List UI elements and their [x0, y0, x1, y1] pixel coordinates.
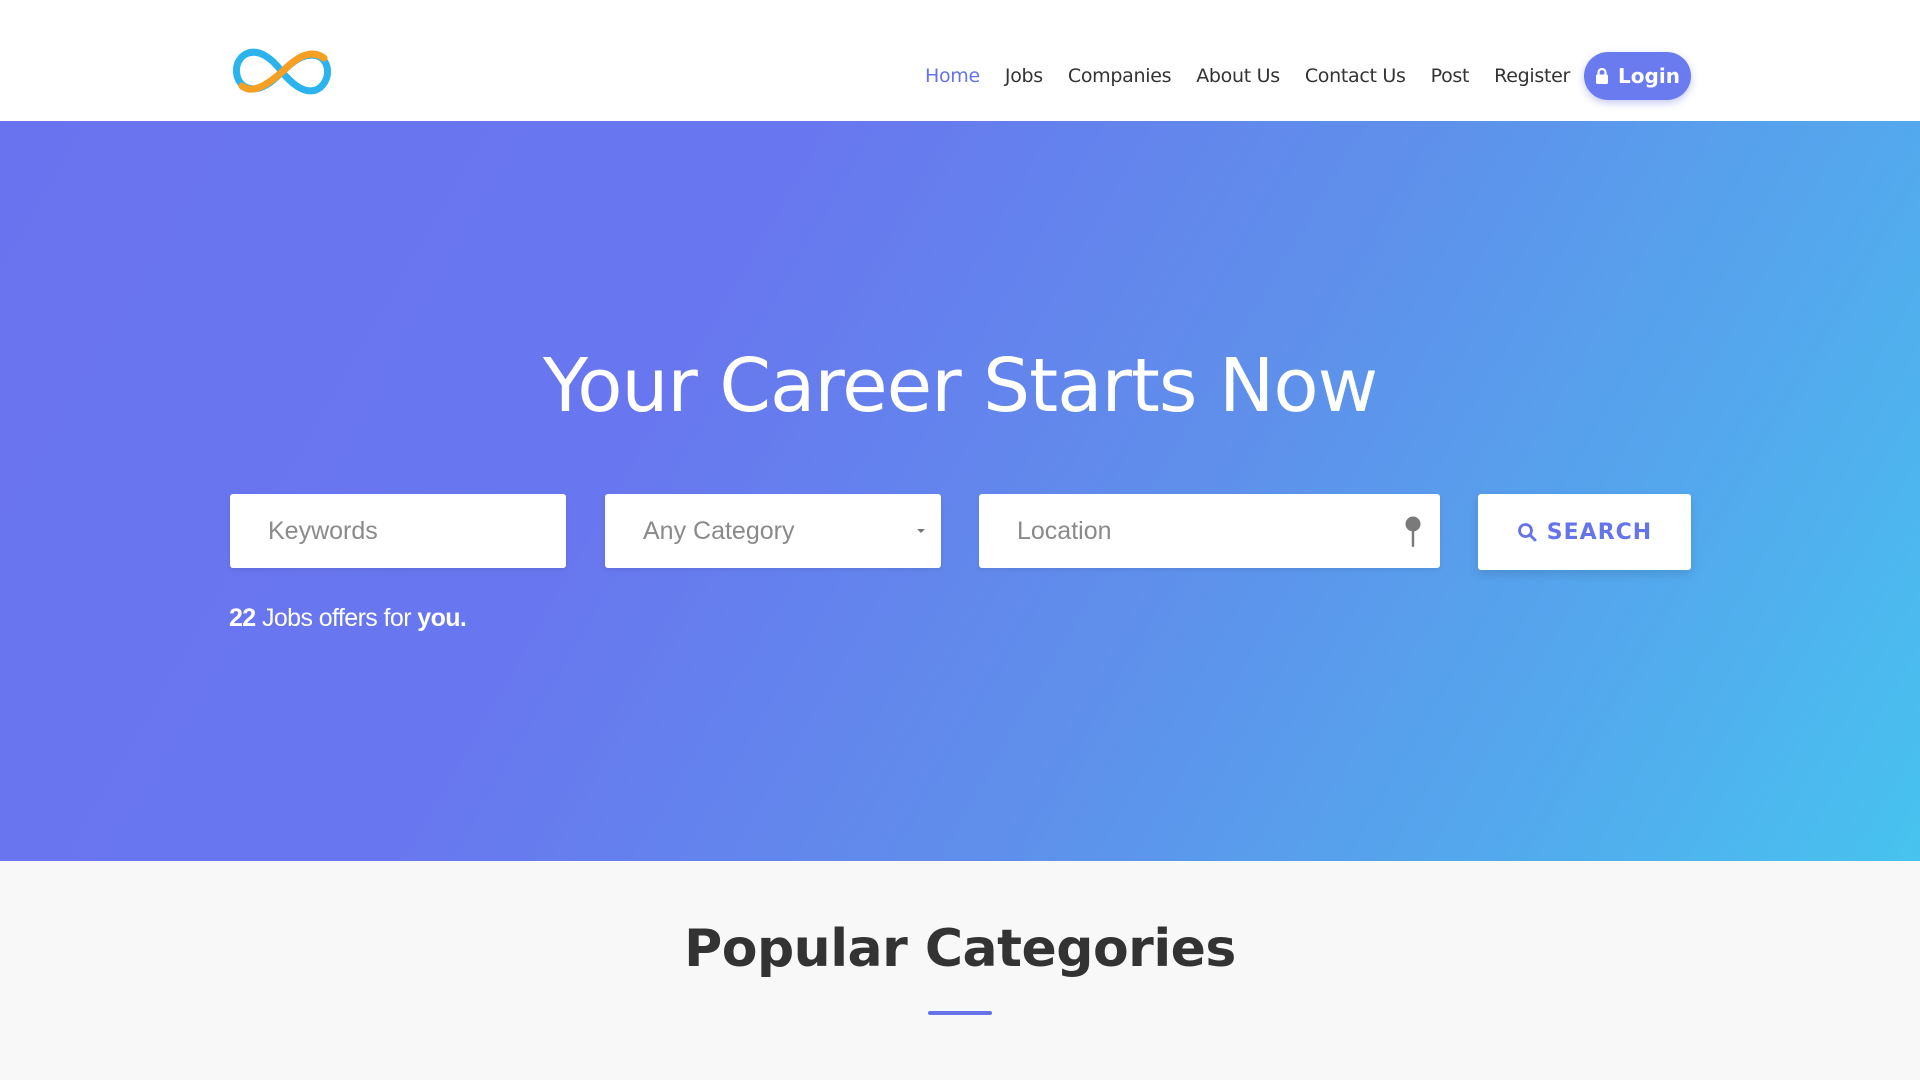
category-select[interactable]: Any Category [605, 494, 941, 568]
popular-categories-section: Popular Categories [0, 861, 1920, 1080]
nav-register-link[interactable]: Register [1494, 65, 1570, 87]
jobs-count-middle: Jobs offers for [261, 604, 412, 632]
search-label: SEARCH [1546, 519, 1653, 545]
login-button[interactable]: Login [1584, 52, 1691, 100]
main-nav: Home Jobs Companies About Us Contact Us … [900, 51, 1691, 101]
hero-title: Your Career Starts Now [542, 343, 1378, 429]
nav-home-link[interactable]: Home [925, 65, 980, 87]
nav-contact-us-link[interactable]: Contact Us [1305, 65, 1406, 87]
nav-about-us-link[interactable]: About Us [1196, 65, 1280, 87]
search-icon [1517, 523, 1537, 542]
keywords-field [230, 494, 566, 568]
nav-jobs-link[interactable]: Jobs [1005, 65, 1043, 87]
title-underline [928, 1011, 992, 1015]
location-field [979, 494, 1440, 568]
lock-icon [1596, 67, 1609, 84]
keywords-input[interactable] [230, 494, 566, 568]
jobs-count-number: 22 [229, 604, 256, 632]
section-title: Popular Categories [684, 919, 1236, 979]
category-select-value: Any Category [643, 516, 795, 545]
map-pin-icon [1405, 516, 1421, 547]
nav-post-link[interactable]: Post [1431, 65, 1470, 87]
search-button[interactable]: SEARCH [1478, 494, 1691, 570]
location-input[interactable] [979, 494, 1440, 568]
site-header: Home Jobs Companies About Us Contact Us … [0, 0, 1920, 121]
chevron-down-icon [917, 529, 925, 533]
jobs-count-end: you. [417, 604, 467, 632]
infinity-logo-icon[interactable] [228, 40, 336, 104]
jobs-count-text: 22 Jobs offers for you. [229, 604, 467, 633]
hero-section: Your Career Starts Now Any Category SEAR… [0, 121, 1920, 861]
nav-companies-link[interactable]: Companies [1068, 65, 1172, 87]
login-label: Login [1618, 64, 1680, 88]
